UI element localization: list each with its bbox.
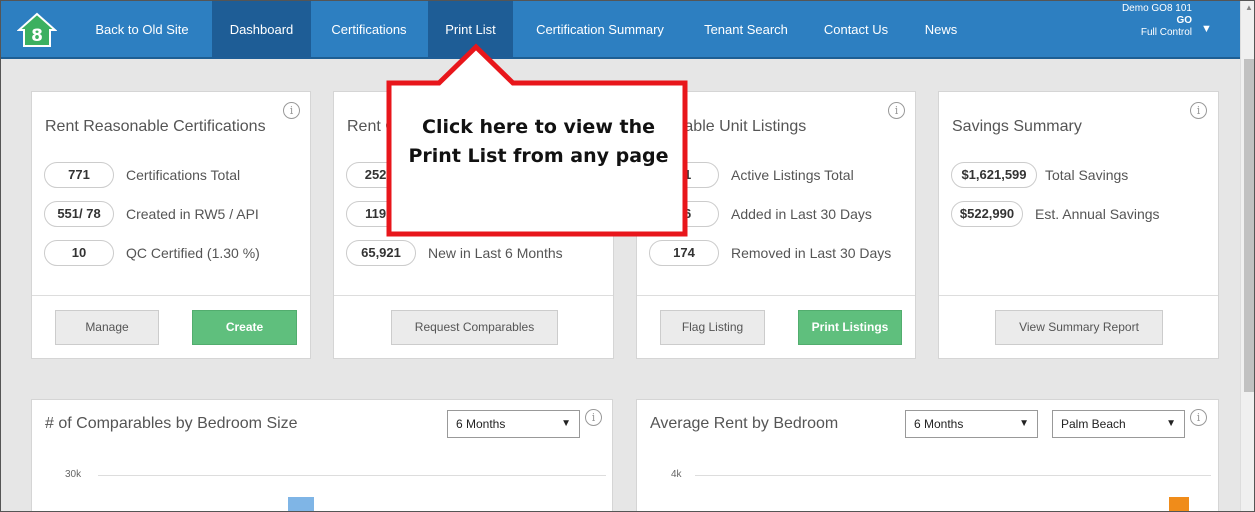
nav-contact-us[interactable]: Contact Us <box>811 1 901 59</box>
divider <box>32 295 310 296</box>
stat-value: 10 <box>44 240 114 266</box>
stat-value: $522,990 <box>951 201 1023 227</box>
create-button[interactable]: Create <box>192 310 297 345</box>
divider <box>939 295 1218 296</box>
divider <box>334 295 613 296</box>
nav-dashboard[interactable]: Dashboard <box>212 1 311 59</box>
average-rent-by-bedroom-chart: Average Rent by Bedroom 6 Months ▼ Palm … <box>636 399 1219 511</box>
stat-value: 65,921 <box>346 240 416 266</box>
chart-bar <box>1169 497 1189 511</box>
stat-value: 771 <box>44 162 114 188</box>
stat-label: Active Listings Total <box>731 167 854 183</box>
period-select-value: 6 Months <box>456 417 506 431</box>
manage-button[interactable]: Manage <box>55 310 159 345</box>
callout-text: Click here to view the Print List from a… <box>408 116 669 167</box>
y-axis-tick-label: 4k <box>671 469 682 480</box>
chevron-down-icon: ▼ <box>561 418 571 429</box>
region-select-value: Palm Beach <box>1061 417 1126 431</box>
stat-label: Removed in Last 30 Days <box>731 245 892 261</box>
user-name: Demo GO8 101 <box>1121 3 1192 14</box>
nav-news[interactable]: News <box>913 1 969 59</box>
nav-certifications[interactable]: Certifications <box>319 1 419 59</box>
stat-label: Created in RW5 / API <box>126 206 259 222</box>
y-axis-tick-label: 30k <box>65 469 82 480</box>
card-title: Savings Summary <box>952 118 1082 135</box>
comparables-by-bedroom-chart: # of Comparables by Bedroom Size 6 Month… <box>31 399 613 511</box>
nav-tenant-search[interactable]: Tenant Search <box>691 1 801 59</box>
gridline <box>695 475 1211 476</box>
stat-value: 119,9 <box>346 201 416 227</box>
period-select[interactable]: 6 Months ▼ <box>447 410 580 438</box>
nav-back-to-old-site[interactable]: Back to Old Site <box>89 1 195 59</box>
chart-title: # of Comparables by Bedroom Size <box>45 415 298 432</box>
stat-label: Total Savings <box>1045 167 1129 183</box>
gridline <box>98 475 606 476</box>
vertical-scrollbar[interactable]: ▲ <box>1240 1 1254 511</box>
card-title: Rent Reasonable Certifications <box>45 118 266 135</box>
chevron-down-icon: ▼ <box>1019 418 1029 429</box>
period-select[interactable]: 6 Months ▼ <box>905 410 1038 438</box>
rent-reasonable-card: Rent Reasonable Certifications i 771 Cer… <box>31 91 311 359</box>
stat-label: QC Certified (1.30 %) <box>126 245 260 261</box>
info-icon[interactable]: i <box>585 409 602 426</box>
stat-label: Certifications Total <box>126 167 241 183</box>
stat-value: 36 <box>649 201 719 227</box>
divider <box>637 295 915 296</box>
user-role: Full Control <box>1140 27 1192 38</box>
stat-value: $1,621,599 <box>951 162 1037 188</box>
scroll-up-arrow-icon[interactable]: ▲ <box>1245 3 1253 12</box>
stat-value: 551/ 78 <box>44 201 114 227</box>
user-menu[interactable]: Demo GO8 101 GO Full Control <box>1122 3 1192 39</box>
user-menu-caret-icon[interactable]: ▼ <box>1201 23 1212 35</box>
flag-listing-button[interactable]: Flag Listing <box>660 310 765 345</box>
print-listings-button[interactable]: Print Listings <box>798 310 902 345</box>
period-select-value: 6 Months <box>914 417 964 431</box>
region-select[interactable]: Palm Beach ▼ <box>1052 410 1185 438</box>
stat-label: Est. Annual Savings <box>1035 206 1160 222</box>
home-logo-icon[interactable]: 8 <box>17 12 57 48</box>
user-code: GO <box>1176 15 1192 26</box>
chart-title: Average Rent by Bedroom <box>650 415 839 432</box>
stat-label: Added in Last 30 Days <box>731 206 872 222</box>
scrollbar-thumb[interactable] <box>1244 59 1254 392</box>
stat-value: 174 <box>649 240 719 266</box>
stat-label: New in Last 6 Months <box>428 245 563 261</box>
chart-bar <box>288 497 314 511</box>
logo-text: 8 <box>31 26 43 46</box>
top-navbar: 8 Back to Old Site Dashboard Certificati… <box>1 1 1240 59</box>
info-icon[interactable]: i <box>1190 409 1207 426</box>
info-icon[interactable]: i <box>283 102 300 119</box>
nav-certification-summary[interactable]: Certification Summary <box>523 1 677 59</box>
app-window: 8 Back to Old Site Dashboard Certificati… <box>0 0 1255 512</box>
request-comparables-button[interactable]: Request Comparables <box>391 310 558 345</box>
info-icon[interactable]: i <box>888 102 905 119</box>
nav-print-list[interactable]: Print List <box>428 1 513 59</box>
info-icon[interactable]: i <box>1190 102 1207 119</box>
chevron-down-icon: ▼ <box>1166 418 1176 429</box>
view-summary-report-button[interactable]: View Summary Report <box>995 310 1163 345</box>
savings-summary-card: Savings Summary i $1,621,599 Total Savin… <box>938 91 1219 359</box>
